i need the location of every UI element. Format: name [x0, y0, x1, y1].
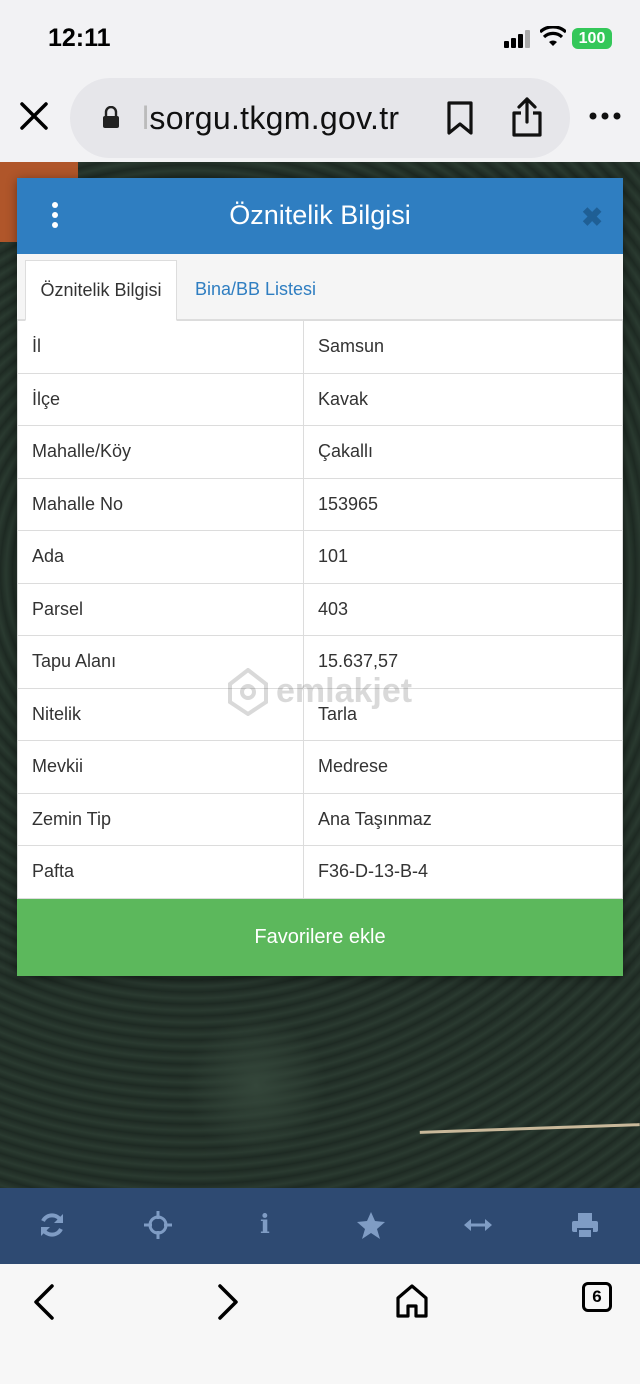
attribute-value: Medrese [303, 740, 623, 794]
table-row: Mevkii Medrese [17, 740, 623, 794]
panel-title: Öznitelik Bilgisi [229, 200, 411, 230]
home-icon[interactable] [394, 1282, 430, 1320]
table-row: Parsel 403 [17, 582, 623, 636]
parcel-boundary-line [419, 1123, 640, 1149]
refresh-icon[interactable] [37, 1210, 67, 1240]
attribute-key: Zemin Tip [17, 792, 304, 846]
measure-icon[interactable] [463, 1210, 493, 1240]
lock-icon [103, 106, 119, 128]
status-time: 12:11 [48, 24, 111, 52]
tabs-count-button[interactable]: 6 [582, 1282, 612, 1312]
emlakjet-watermark: emlakjet [226, 667, 426, 717]
map-toolbar: i [0, 1188, 640, 1264]
attribute-value: 101 [303, 530, 623, 584]
attribute-key: Mevkii [17, 740, 304, 794]
attribute-value: Ana Taşınmaz [303, 792, 623, 846]
attribute-key: Ada [17, 530, 304, 584]
panel-close-icon[interactable]: ✖ [581, 202, 603, 233]
address-bar[interactable]: lsorgu.tkgm.gov.tr [70, 78, 570, 158]
attribute-value: Kavak [303, 372, 623, 426]
wifi-icon [540, 26, 566, 46]
browser-bottom-bar: 6 [0, 1264, 640, 1384]
cellular-signal-icon [504, 30, 534, 48]
attribute-key: İl [17, 320, 304, 374]
close-icon[interactable] [18, 100, 50, 132]
more-options-icon[interactable] [588, 108, 622, 124]
attribute-panel: Öznitelik Bilgisi ✖ Öznitelik Bilgisi Bi… [17, 178, 623, 976]
status-bar: 12:11 100 [0, 0, 640, 70]
back-icon[interactable] [30, 1282, 58, 1322]
table-row: Mahalle/Köy Çakallı [17, 425, 623, 479]
attribute-value: 403 [303, 582, 623, 636]
attribute-value: F36-D-13-B-4 [303, 845, 623, 899]
tab-building-list[interactable]: Bina/BB Listesi [183, 260, 328, 321]
browser-toolbar: lsorgu.tkgm.gov.tr [0, 70, 640, 162]
attribute-key: Mahalle/Köy [17, 425, 304, 479]
info-icon[interactable]: i [250, 1210, 280, 1240]
attribute-key: Pafta [17, 845, 304, 899]
table-row: İlçe Kavak [17, 372, 623, 426]
battery-indicator: 100 [572, 28, 612, 49]
attribute-key: İlçe [17, 372, 304, 426]
attribute-value: Çakallı [303, 425, 623, 479]
url-text: lsorgu.tkgm.gov.tr [142, 100, 399, 137]
bookmark-icon[interactable] [446, 100, 474, 136]
panel-tabs: Öznitelik Bilgisi Bina/BB Listesi [17, 254, 623, 321]
watermark-logo-icon [228, 667, 268, 717]
add-favorite-button[interactable]: Favorilere ekle [17, 899, 623, 976]
table-row: Ada 101 [17, 530, 623, 584]
crosshair-icon[interactable] [143, 1210, 173, 1240]
print-icon[interactable] [570, 1210, 600, 1240]
watermark-text: emlakjet [276, 672, 413, 710]
table-row: Mahalle No 153965 [17, 477, 623, 531]
table-row: İl Samsun [17, 320, 623, 374]
star-icon[interactable] [356, 1210, 386, 1240]
table-row: Zemin Tip Ana Taşınmaz [17, 792, 623, 846]
forward-icon[interactable] [214, 1282, 242, 1322]
attribute-value: 153965 [303, 477, 623, 531]
url-domain: sorgu.tkgm.gov.tr [149, 100, 400, 136]
attribute-key: Parsel [17, 582, 304, 636]
share-icon[interactable] [510, 96, 544, 138]
attribute-key: Mahalle No [17, 477, 304, 531]
attribute-table: İl Samsun İlçe Kavak Mahalle/Köy Çakallı Mahal… [17, 320, 623, 899]
attribute-value: Samsun [303, 320, 623, 374]
table-row: Pafta F36-D-13-B-4 [17, 845, 623, 899]
tab-attribute-info[interactable]: Öznitelik Bilgisi [25, 260, 177, 321]
panel-header: Öznitelik Bilgisi ✖ [17, 178, 623, 254]
